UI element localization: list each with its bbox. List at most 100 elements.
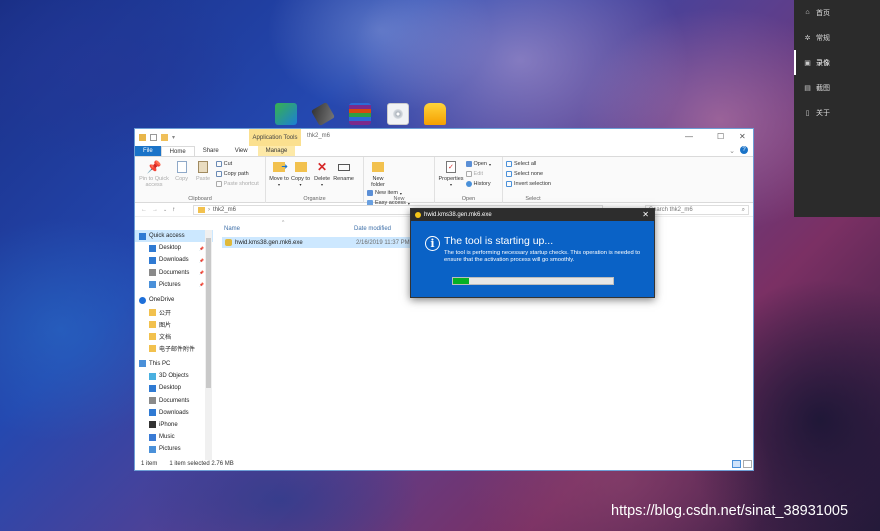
nav-item[interactable]: Desktop [135,382,213,394]
control-panel-item[interactable]: ▯ 关于 [794,100,880,125]
cut-button[interactable]: Cut [215,159,259,169]
download-icon [149,409,156,417]
winrar-archive-icon[interactable] [349,103,371,125]
dialog-close-button[interactable]: ✕ [642,210,649,219]
disc-image-icon[interactable] [387,103,409,125]
properties-button[interactable]: ✓ Properties ▾ [438,159,464,188]
column-name[interactable]: Name [222,226,354,232]
invert-selection-button[interactable]: Invert selection [506,179,560,189]
large-icons-view-icon[interactable] [743,460,752,468]
move-to-icon: ➜ [272,160,288,174]
select-none-button[interactable]: Select none [506,169,560,179]
desktop-icon [149,244,156,252]
nav-scrollbar[interactable] [205,230,212,460]
title-bar: ▾ Application Tools thk2_m6 — ☐ ✕ [135,129,753,146]
maximize-button[interactable]: ☐ [717,132,724,141]
select-group: Select all Select none Invert selection … [503,157,563,203]
select-all-button[interactable]: Select all [506,159,560,169]
nav-item[interactable]: Downloads [135,407,213,419]
paste-icon [196,160,210,174]
item-count: 1 item [141,461,158,467]
pin-icon: 📌 [199,245,204,251]
history-button[interactable]: History [465,179,491,189]
quick-access-dropdown-icon[interactable]: ▾ [172,134,175,141]
nav-item[interactable]: Documents [135,394,213,406]
copy-to-button[interactable]: Copy to ▾ [291,159,311,188]
control-panel-item[interactable]: ▤ 截图 [794,75,880,100]
nav-scrollbar-thumb[interactable] [206,238,211,388]
nav-item[interactable]: Music [135,431,213,443]
forward-arrow-icon[interactable]: → [152,207,158,213]
nav-item[interactable]: Pictures [135,443,213,455]
folder-icon [149,320,156,328]
nav-item[interactable]: Pictures 📌 [135,279,213,291]
move-to-button[interactable]: ➜ Move to ▾ [269,159,289,188]
details-view-icon[interactable] [732,460,741,468]
control-panel-item-label: 常规 [816,34,830,42]
network-tool-icon[interactable] [275,103,297,125]
nav-item-label: OneDrive [149,297,175,304]
pc-icon [139,360,146,368]
back-arrow-icon[interactable]: ← [141,207,147,213]
control-panel-item-label: 截图 [816,84,830,92]
control-panel-item[interactable]: ✲ 常规 [794,25,880,50]
tab-manage[interactable]: Manage [257,146,296,156]
new-folder-quick-icon[interactable] [161,134,168,141]
progress-fill [453,278,469,284]
copy-path-button[interactable]: Copy path [215,169,259,179]
nav-item[interactable]: 图片 [135,318,213,330]
copy-button[interactable]: Copy [172,159,192,182]
control-panel-item[interactable]: ▣ 录像 [794,50,880,75]
column-date-modified[interactable]: Date modified [354,226,391,232]
rename-button[interactable]: Rename [333,159,354,182]
new-folder-button[interactable]: New folder [367,159,389,188]
nav-item[interactable]: iPhone [135,419,213,431]
open-button[interactable]: Open ▾ [465,159,491,169]
nav-item[interactable]: 3D Objects [135,370,213,382]
nav-item[interactable]: OneDrive [135,294,213,306]
close-button[interactable]: ✕ [739,132,746,141]
nav-item[interactable]: Desktop 📌 [135,242,213,254]
control-panel-item-label: 录像 [816,59,830,67]
dialog-title-bar: hwid.kms38.gen.mk6.exe ✕ [411,209,654,221]
kms-tool-icon[interactable] [424,103,446,125]
nav-item[interactable]: This PC [135,358,213,370]
help-icon[interactable]: ? [740,146,748,154]
nav-item[interactable]: Documents 📌 [135,267,213,279]
nav-item[interactable]: 文档 [135,331,213,343]
delete-button[interactable]: ✕ Delete ▾ [312,159,332,188]
select-all-icon [506,161,512,167]
search-box[interactable]: Search thk2_m6 ⌕ [645,205,749,215]
nav-item[interactable]: 电子邮件附件 [135,343,213,355]
control-panel-item[interactable]: ⌂ 首页 [794,0,880,25]
ribbon-collapse-icon[interactable]: ⌄ [729,147,735,155]
nav-item[interactable]: Quick access [135,230,213,243]
recorder-control-panel: ⌂ 首页 ✲ 常规 ▣ 录像 ▤ 截图 ▯ 关于 [794,0,880,217]
pin-quick-access-button[interactable]: 📌 Pin to Quick access [138,159,170,188]
home-icon: ⌂ [805,9,810,16]
nav-item[interactable]: 公开 [135,306,213,318]
pin-icon: 📌 [199,270,204,276]
properties-quick-icon[interactable] [150,134,157,141]
tab-file[interactable]: File [135,146,161,156]
paste-button[interactable]: Paste [193,159,213,182]
tab-view[interactable]: View [227,146,256,156]
up-arrow-icon[interactable]: ↑ [172,207,175,213]
status-bar: 1 item 1 item selected 2.76 MB [135,458,753,470]
pin-icon: 📌 [199,257,204,263]
group-label: Organize [303,196,326,202]
edit-button[interactable]: Edit [465,169,491,179]
recent-dropdown-icon[interactable]: ⌄ [163,207,167,213]
minimize-button[interactable]: — [685,132,693,141]
pictures-icon [149,281,156,289]
paste-shortcut-button[interactable]: Paste shortcut [215,179,259,189]
desktop-icon [149,384,156,392]
tab-home[interactable]: Home [160,146,195,156]
tab-share[interactable]: Share [195,146,227,156]
download-icon [149,256,156,264]
nav-item-label: Desktop [159,245,182,252]
nav-item[interactable]: Downloads 📌 [135,254,213,266]
edit-icon [465,171,472,177]
gear-icon: ✲ [804,34,811,42]
pin-icon: 📌 [146,160,162,174]
